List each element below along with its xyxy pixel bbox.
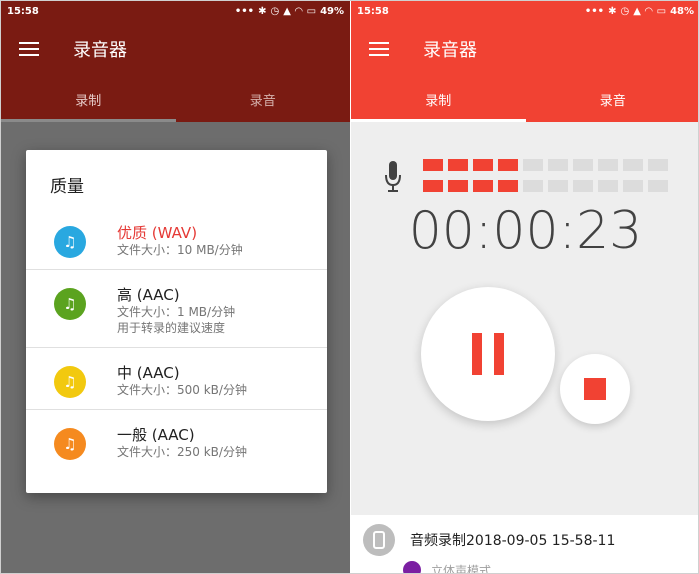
top-bar: 15:58 ••• ✱ ◷ ▲ ◠ ▭ 49% 录音器 录制 录音 [1,1,350,122]
tab-record[interactable]: 录制 [1,77,176,122]
music-note-icon: ♫ [54,428,86,460]
pause-icon-bar [494,333,504,375]
status-bar: 15:58 ••• ✱ ◷ ▲ ◠ ▭ 49% [1,1,350,21]
alarm-icon: ◷ [620,5,630,17]
recording-list: 音频录制2018-09-05 15-58-11 立体声模式 [351,515,698,574]
wifi-icon: ◠ [644,5,653,17]
tab-bar: 录制 录音 [1,77,350,122]
option-size: 文件大小：250 kB/分钟 [117,445,247,459]
more-dots-icon: ••• [234,5,255,17]
meter-cell [598,159,618,171]
stop-icon [584,378,606,400]
signal-icon: ▲ [633,5,641,17]
microphone-icon [385,161,401,192]
music-note-icon: ♫ [54,288,86,320]
battery-icon: ▭ [656,5,667,17]
top-bar: 15:58 ••• ✱ ◷ ▲ ◠ ▭ 48% 录音器 录制 录音 [351,1,699,122]
menu-icon[interactable] [369,42,389,56]
option-title: 优质 (WAV) [117,224,198,242]
option-size: 文件大小：500 kB/分钟 [117,383,247,397]
pause-button[interactable] [421,287,555,421]
menu-icon[interactable] [19,42,39,56]
more-dots-icon: ••• [584,5,605,17]
meter-cell [498,180,518,192]
music-note-icon: ♫ [54,366,86,398]
meter-cell [498,159,518,171]
app-bar: 录音器 [351,21,698,77]
quality-option-normal[interactable]: ♫ 一般 (AAC) 文件大小：250 kB/分钟 [26,410,327,472]
meter-cell [448,159,468,171]
recording-mode-label: 立体声模式 [431,563,492,574]
meter-cell [548,159,568,171]
level-meter [423,159,668,192]
meter-cell [573,159,593,171]
tab-recordings[interactable]: 录音 [526,77,699,122]
battery-percent: 48% [670,5,694,17]
meter-cell [423,180,443,192]
status-time: 15:58 [7,5,39,17]
stop-button[interactable] [560,354,630,424]
recording-timer: 00:00:23 [408,201,643,261]
wifi-icon: ◠ [294,5,303,17]
bluetooth-icon: ✱ [608,5,617,17]
signal-icon: ▲ [283,5,291,17]
dialog-title: 质量 [50,177,84,197]
option-title: 一般 (AAC) [117,426,195,444]
meter-cell [648,159,668,171]
tab-record[interactable]: 录制 [351,77,526,122]
option-size: 文件大小：1 MB/分钟 [117,305,236,319]
recording-title: 音频录制2018-09-05 15-58-11 [410,533,616,549]
meter-cell [598,180,618,192]
status-time: 15:58 [357,5,389,17]
left-screen: 15:58 ••• ✱ ◷ ▲ ◠ ▭ 49% 录音器 录制 录音 质量 ♫ 优… [1,1,350,573]
battery-icon: ▭ [306,5,317,17]
status-icons: ••• ✱ ◷ ▲ ◠ ▭ 48% [585,6,694,17]
option-title: 中 (AAC) [117,364,180,382]
meter-cell [523,180,543,192]
meter-cell [448,180,468,192]
right-screen: 15:58 ••• ✱ ◷ ▲ ◠ ▭ 48% 录音器 录制 录音 00:00:… [351,1,699,574]
list-item[interactable]: 音频录制2018-09-05 15-58-11 [351,515,698,565]
meter-cell [473,180,493,192]
app-bar: 录音器 [1,21,350,77]
quality-dialog: 质量 ♫ 优质 (WAV) 文件大小：10 MB/分钟 ♫ 高 (AAC) 文件… [26,150,327,493]
app-title: 录音器 [423,40,477,61]
bluetooth-icon: ✱ [258,5,267,17]
waveform-icon [403,561,421,573]
battery-percent: 49% [320,5,344,17]
pause-icon-bar [472,333,482,375]
quality-option-high[interactable]: ♫ 高 (AAC) 文件大小：1 MB/分钟 用于转录的建议速度 [26,270,327,348]
recording-mode: 立体声模式 [403,561,492,574]
tab-recordings[interactable]: 录音 [176,77,351,122]
tab-bar: 录制 录音 [351,77,699,122]
alarm-icon: ◷ [270,5,280,17]
quality-option-medium[interactable]: ♫ 中 (AAC) 文件大小：500 kB/分钟 [26,348,327,410]
meter-cell [523,159,543,171]
meter-cell [548,180,568,192]
meter-cell [623,180,643,192]
screenshot: 15:58 ••• ✱ ◷ ▲ ◠ ▭ 49% 录音器 录制 录音 质量 ♫ 优… [0,0,699,574]
app-title: 录音器 [73,40,127,61]
phone-icon [363,524,395,556]
meter-cell [423,159,443,171]
option-title: 高 (AAC) [117,286,180,304]
status-icons: ••• ✱ ◷ ▲ ◠ ▭ 49% [235,6,344,17]
meter-cell [623,159,643,171]
music-note-icon: ♫ [54,226,86,258]
option-size: 文件大小：10 MB/分钟 [117,243,243,257]
meter-cell [648,180,668,192]
meter-cell [573,180,593,192]
option-note: 用于转录的建议速度 [117,321,226,335]
meter-cell [473,159,493,171]
quality-option-wav[interactable]: ♫ 优质 (WAV) 文件大小：10 MB/分钟 [26,208,327,270]
status-bar: 15:58 ••• ✱ ◷ ▲ ◠ ▭ 48% [351,1,698,21]
